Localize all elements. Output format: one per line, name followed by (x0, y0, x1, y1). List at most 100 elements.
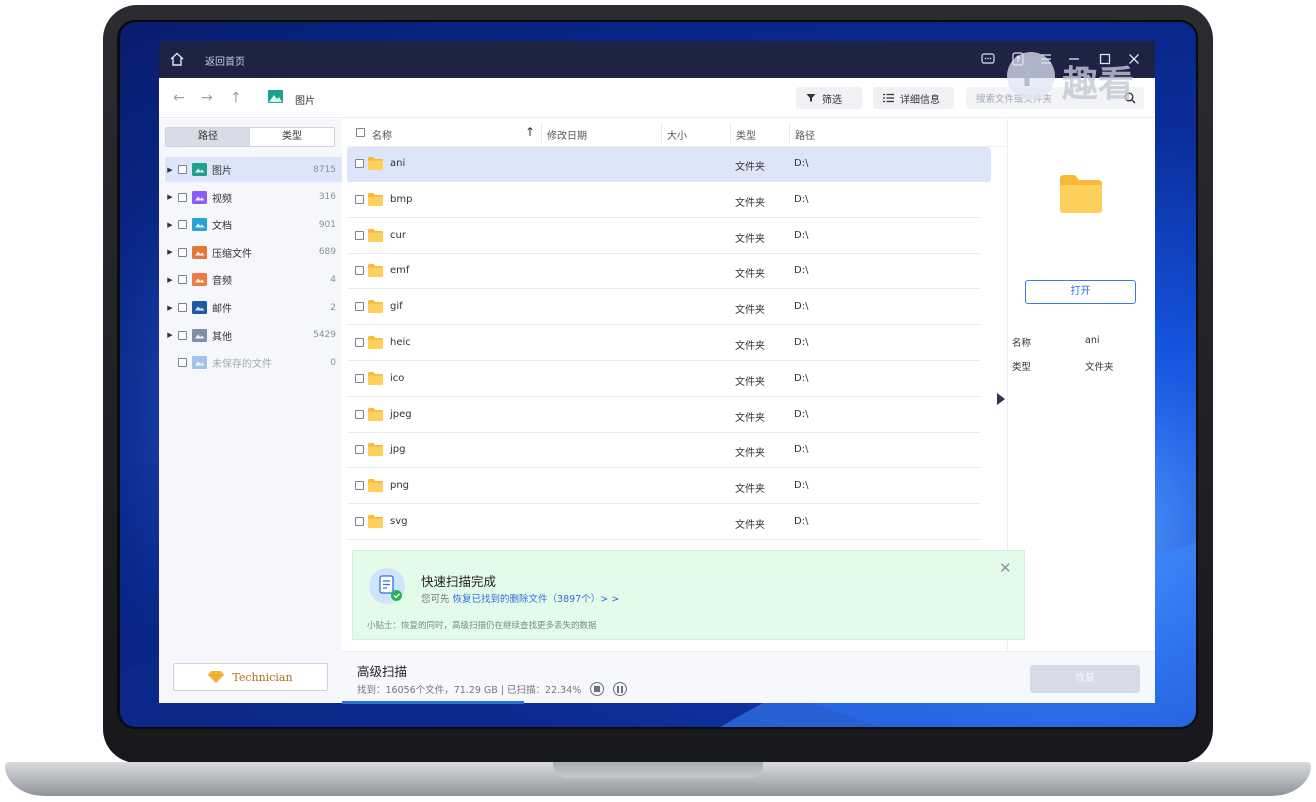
column-type[interactable]: 类型 (736, 127, 756, 142)
table-row[interactable]: jpg 文件夹 D:\ (347, 433, 981, 469)
sidebar-item-unsaved[interactable]: 未保存的文件 0 (165, 350, 342, 375)
close-icon[interactable] (1126, 51, 1142, 67)
open-button[interactable]: 打开 (1025, 280, 1136, 304)
technician-button[interactable]: Technician (173, 663, 328, 691)
tab-type[interactable]: 类型 (250, 128, 334, 146)
table-row[interactable]: bmp 文件夹 D:\ (347, 183, 981, 218)
select-all-checkbox[interactable] (356, 128, 365, 137)
filter-icon (806, 94, 816, 102)
category-checkbox[interactable] (178, 220, 187, 230)
image-icon (192, 163, 207, 176)
scan-stats: 找到：16056个文件，71.29 GB | 已扫描：22.34% (357, 682, 628, 696)
feedback-icon[interactable] (980, 51, 996, 67)
stop-scan-icon[interactable] (590, 682, 605, 696)
search-icon[interactable] (1124, 92, 1136, 104)
file-name: jpeg (390, 408, 412, 420)
table-row[interactable]: emf 文件夹 D:\ (347, 254, 981, 290)
category-checkbox[interactable] (178, 165, 187, 174)
file-path: D:\ (794, 337, 809, 348)
back-arrow-icon[interactable]: ← (173, 90, 185, 106)
sidebar-item-document[interactable]: ▶ 文档 901 (165, 212, 342, 237)
file-path: D:\ (794, 265, 809, 277)
sort-ascending-icon[interactable]: ↑ (525, 125, 535, 139)
tab-path[interactable]: 路径 (166, 128, 250, 146)
sidebar-item-mail[interactable]: ▶ 邮件 2 (165, 295, 342, 320)
minimize-icon[interactable] (1066, 51, 1082, 67)
table-row[interactable]: svg 文件夹 D:\ (347, 505, 981, 540)
table-row[interactable]: png 文件夹 D:\ (347, 469, 981, 505)
home-icon[interactable] (169, 51, 185, 67)
row-checkbox[interactable] (355, 302, 364, 312)
expand-triangle-icon[interactable]: ▶ (165, 276, 175, 284)
expand-triangle-icon[interactable]: ▶ (165, 331, 175, 339)
category-checkbox[interactable] (178, 330, 187, 340)
expand-triangle-icon[interactable]: ▶ (165, 221, 175, 229)
collapse-panel-arrow-icon[interactable] (997, 393, 1005, 405)
sidebar-item-image[interactable]: ▶ 图片 8715 (165, 157, 342, 182)
up-arrow-icon[interactable]: ↑ (230, 90, 242, 106)
sidebar-item-label: 图片 (212, 166, 232, 177)
category-checkbox[interactable] (178, 247, 187, 257)
expand-triangle-icon[interactable]: ▶ (165, 304, 175, 312)
row-checkbox[interactable] (355, 517, 364, 526)
category-checkbox[interactable] (178, 275, 187, 285)
recover-found-link[interactable]: 恢复已找到的删除文件（3897个）> > (453, 594, 620, 605)
file-type: 文件夹 (735, 162, 765, 173)
column-path[interactable]: 路径 (795, 127, 815, 142)
sidebar-item-archive[interactable]: ▶ 压缩文件 689 (165, 240, 342, 265)
audio-icon (192, 273, 207, 287)
details-button[interactable]: 详细信息 (873, 87, 954, 109)
row-checkbox[interactable] (355, 194, 364, 204)
table-row[interactable]: ico 文件夹 D:\ (347, 362, 981, 397)
forward-arrow-icon[interactable]: → (201, 90, 213, 106)
table-row[interactable]: gif 文件夹 D:\ (347, 290, 981, 326)
category-checkbox[interactable] (178, 192, 187, 202)
pause-scan-icon[interactable] (613, 682, 628, 696)
table-row[interactable]: ani 文件夹 D:\ (347, 147, 991, 182)
toast-title: 快速扫描完成 (421, 574, 497, 589)
laptop-notch (553, 762, 763, 778)
folder-icon (368, 443, 383, 457)
file-type: 文件夹 (735, 484, 765, 496)
file-list-header: 名称 ↑ 修改日期 大小 类型 路径 (346, 119, 1007, 147)
breadcrumb[interactable]: 图片 (295, 92, 315, 107)
maximize-icon[interactable] (1097, 51, 1113, 67)
sidebar-item-count: 8715 (313, 164, 336, 175)
row-checkbox[interactable] (355, 159, 364, 168)
search-input[interactable]: 搜索文件或文件夹 (966, 87, 1144, 109)
sidebar-item-other[interactable]: ▶ 其他 5429 (165, 323, 342, 348)
row-checkbox[interactable] (355, 230, 364, 240)
table-row[interactable]: cur 文件夹 D:\ (347, 219, 981, 254)
column-modified-date[interactable]: 修改日期 (547, 127, 587, 142)
row-checkbox[interactable] (355, 338, 364, 347)
category-checkbox[interactable] (178, 358, 187, 368)
upgrade-icon[interactable] (1010, 51, 1026, 67)
expand-triangle-icon[interactable]: ▶ (165, 193, 175, 201)
sidebar-item-video[interactable]: ▶ 视频 316 (165, 185, 342, 210)
filter-button[interactable]: 筛选 (796, 87, 862, 109)
expand-triangle-icon[interactable]: ▶ (165, 248, 175, 256)
row-checkbox[interactable] (355, 373, 364, 383)
column-name[interactable]: 名称 (372, 127, 392, 142)
file-name: bmp (390, 193, 413, 205)
category-checkbox[interactable] (178, 303, 187, 312)
expand-triangle-icon[interactable]: ▶ (165, 166, 175, 174)
table-row[interactable]: heic 文件夹 D:\ (347, 326, 981, 361)
sidebar-item-label: 邮件 (212, 304, 232, 315)
row-checkbox[interactable] (355, 266, 364, 276)
file-name: ico (390, 372, 405, 384)
folder-icon (368, 515, 383, 528)
sidebar-item-count: 316 (318, 192, 336, 203)
recover-button[interactable]: 恢复 (1030, 665, 1140, 693)
row-checkbox[interactable] (355, 481, 364, 491)
sidebar-item-count: 0 (330, 357, 336, 368)
row-checkbox[interactable] (355, 409, 364, 419)
toast-close-icon[interactable]: ✕ (999, 561, 1012, 576)
column-size[interactable]: 大小 (667, 127, 687, 142)
scan-stats-text: 找到：16056个文件，71.29 GB | 已扫描：22.34% (357, 685, 582, 696)
sidebar-item-audio[interactable]: ▶ 音频 4 (165, 267, 342, 292)
table-row[interactable]: jpeg 文件夹 D:\ (347, 398, 981, 433)
row-checkbox[interactable] (355, 445, 364, 455)
back-home-link[interactable]: 返回首页 (205, 53, 245, 68)
menu-icon[interactable] (1038, 51, 1054, 67)
